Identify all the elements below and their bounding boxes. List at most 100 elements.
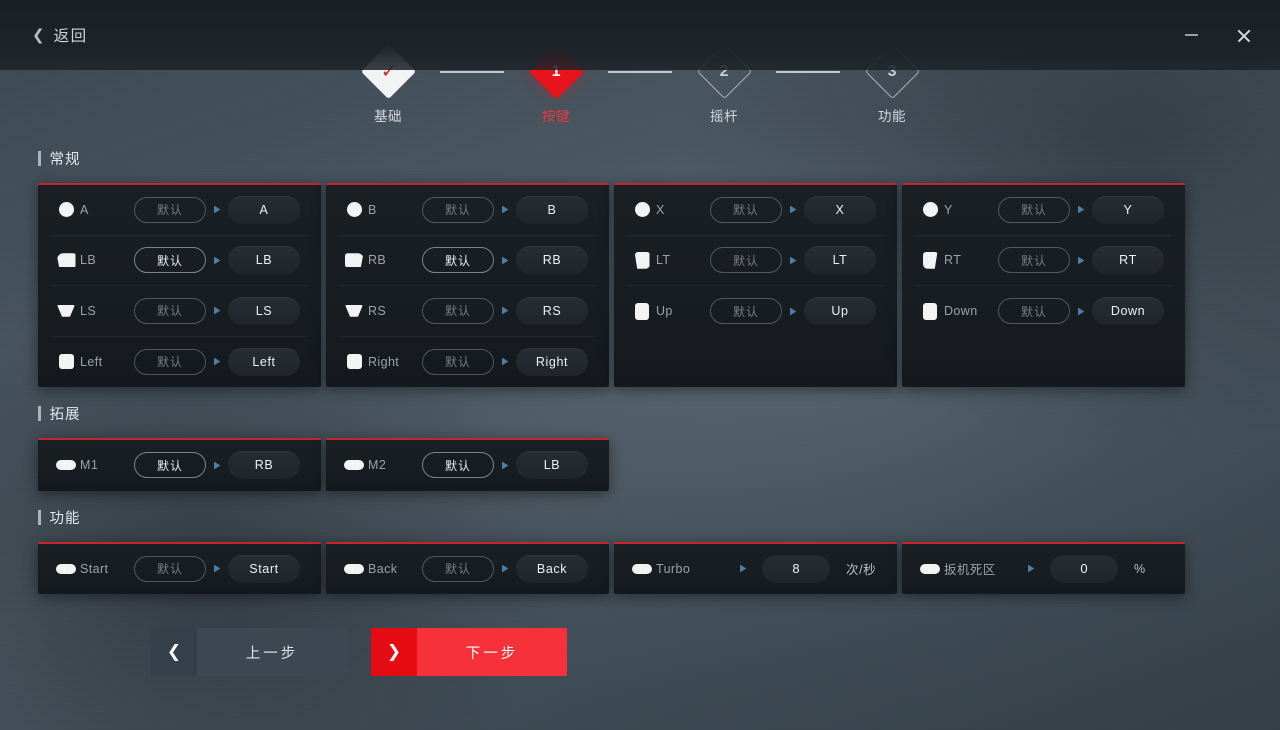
mapped-value-button[interactable]: Left <box>228 347 300 376</box>
mapped-value-button[interactable]: RB <box>228 451 300 480</box>
mapped-value-button[interactable]: RB <box>516 246 588 275</box>
default-pill[interactable]: 默认 <box>422 196 494 223</box>
binding-row: A 默认 A <box>52 185 307 236</box>
row-icon-wrap <box>340 304 368 317</box>
binding-card: Turbo 8 次/秒 <box>614 541 897 594</box>
maps-to-arrow-icon <box>206 356 228 367</box>
binding-source-label: Y <box>944 202 953 217</box>
default-pill[interactable]: 默认 <box>422 348 494 375</box>
numeric-row-label: Turbo <box>656 561 691 576</box>
mapped-value-button[interactable]: LT <box>804 246 876 275</box>
maps-to-arrow-icon <box>494 356 516 367</box>
binding-source-label: M1 <box>80 458 99 473</box>
toggle-icon <box>344 563 364 574</box>
row-icon-wrap <box>628 251 656 269</box>
mapped-value-button[interactable]: Right <box>516 347 588 376</box>
stepper-connector <box>440 71 504 73</box>
binding-source-label: Start <box>80 561 109 576</box>
numeric-input[interactable]: 8 <box>762 554 830 583</box>
mapped-value-button[interactable]: RT <box>1092 246 1164 275</box>
default-pill[interactable]: 默认 <box>422 247 494 274</box>
default-pill[interactable]: 默认 <box>422 555 494 582</box>
binding-row: M2 默认 LB <box>340 440 595 491</box>
default-pill[interactable]: 默认 <box>422 452 494 479</box>
binding-source-label: X <box>656 202 665 217</box>
binding-source-label: RB <box>368 253 387 268</box>
maps-to-arrow-icon <box>732 563 754 574</box>
mapped-value-button[interactable]: Back <box>516 554 588 583</box>
mapped-value-button[interactable]: LB <box>228 246 300 275</box>
section-title-label: 拓展 <box>49 407 81 423</box>
maps-to-arrow-icon <box>1020 563 1042 574</box>
mapped-value-button[interactable]: LS <box>228 296 300 325</box>
mapped-value-button[interactable]: LB <box>516 451 588 480</box>
default-pill[interactable]: 默认 <box>710 298 782 325</box>
trigger-right-icon <box>922 251 938 269</box>
previous-step-button[interactable]: ❮ 上一步 <box>151 628 347 676</box>
binding-card: M2 默认 LB <box>326 438 609 491</box>
minimize-button[interactable] <box>1176 20 1206 50</box>
mapped-value-button[interactable]: RS <box>516 296 588 325</box>
default-pill[interactable]: 默认 <box>998 247 1070 274</box>
toggle-icon <box>920 563 940 574</box>
binding-row: LS 默认 LS <box>52 286 307 337</box>
mapped-value-button[interactable]: Y <box>1092 195 1164 224</box>
binding-source-label: LS <box>80 303 97 318</box>
next-step-label: 下一步 <box>417 628 567 676</box>
dpad-icon <box>58 354 74 370</box>
stick-icon <box>345 304 363 317</box>
binding-row: RT 默认 RT <box>916 236 1171 286</box>
section-title: 拓展 <box>38 403 1242 424</box>
numeric-unit: % <box>1134 561 1146 576</box>
section-accent-bar <box>38 509 41 525</box>
binding-source-label: Up <box>656 304 673 319</box>
row-icon-wrap <box>628 302 656 320</box>
default-pill[interactable]: 默认 <box>998 298 1070 325</box>
default-pill[interactable]: 默认 <box>998 196 1070 223</box>
next-step-button[interactable]: ❯ 下一步 <box>371 628 567 676</box>
binding-row: RS 默认 RS <box>340 286 595 337</box>
stepper-connector <box>776 71 840 73</box>
toggle-icon <box>56 460 76 471</box>
close-button[interactable] <box>1228 20 1258 50</box>
default-pill[interactable]: 默认 <box>134 196 206 223</box>
dpad-icon <box>346 354 362 370</box>
default-pill[interactable]: 默认 <box>134 452 206 479</box>
binding-row: LT 默认 LT <box>628 236 883 286</box>
binding-card: 扳机死区 0% <box>902 541 1185 594</box>
stepper-step-label: 按键 <box>542 109 570 124</box>
default-pill[interactable]: 默认 <box>134 555 206 582</box>
default-pill[interactable]: 默认 <box>134 297 206 324</box>
default-pill[interactable]: 默认 <box>422 297 494 324</box>
binding-source-label: RS <box>368 303 387 318</box>
row-icon-wrap <box>52 563 80 574</box>
mapped-value-button[interactable]: Start <box>228 554 300 583</box>
mapped-value-button[interactable]: Down <box>1092 297 1164 326</box>
default-pill[interactable]: 默认 <box>710 196 782 223</box>
binding-source-label: Right <box>368 354 400 369</box>
mapped-value-button[interactable]: A <box>228 195 300 224</box>
binding-row: Down 默认 Down <box>916 286 1171 337</box>
row-icon-wrap <box>340 563 368 574</box>
default-pill[interactable]: 默认 <box>134 348 206 375</box>
mapped-value-button[interactable]: X <box>804 195 876 224</box>
mapped-value-button[interactable]: Up <box>804 297 876 326</box>
row-icon-wrap <box>52 460 80 471</box>
default-pill[interactable]: 默认 <box>134 247 206 274</box>
stepper-connector <box>608 71 672 73</box>
row-icon-wrap <box>340 354 368 370</box>
section-title: 常规 <box>38 148 1242 169</box>
mapped-value-button[interactable]: B <box>516 195 588 224</box>
button-circle-icon <box>634 202 650 218</box>
binding-card: Back 默认 Back <box>326 541 609 595</box>
stepper-step-label: 功能 <box>878 109 906 124</box>
maps-to-arrow-icon <box>494 563 516 574</box>
back-button[interactable]: ❮ 返回 <box>32 24 88 46</box>
binding-source-label: Back <box>368 561 398 576</box>
numeric-input[interactable]: 0 <box>1050 554 1118 583</box>
maps-to-arrow-icon <box>1070 255 1092 266</box>
default-pill[interactable]: 默认 <box>710 247 782 274</box>
binding-row: Back 默认 Back <box>340 544 595 595</box>
row-icon-wrap <box>916 202 944 218</box>
row-icon-wrap <box>916 563 944 574</box>
